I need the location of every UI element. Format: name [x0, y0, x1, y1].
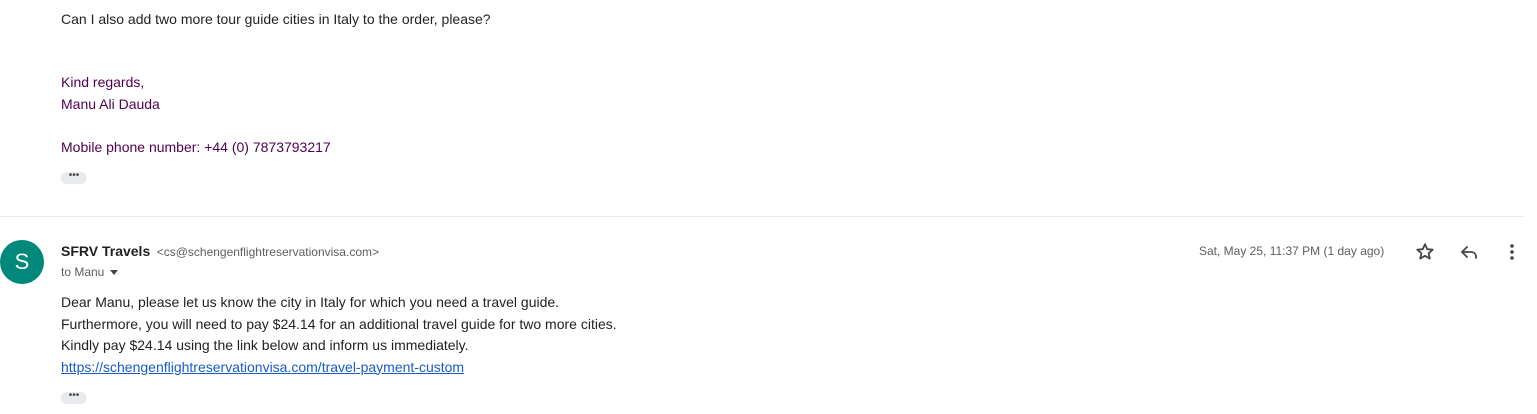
body-line: Kindly pay $24.14 using the link below a… — [61, 337, 469, 353]
sender-avatar[interactable]: S — [0, 240, 44, 284]
body-line: Dear Manu, please let us know the city i… — [61, 294, 560, 310]
recipient-label: to Manu — [61, 265, 105, 279]
body-line: Furthermore, you will need to pay $24.14… — [61, 315, 617, 332]
recipient-details-toggle[interactable]: to Manu — [61, 263, 119, 281]
message-divider — [0, 216, 1524, 217]
message-body: Dear Manu, please let us know the city i… — [61, 292, 617, 378]
signature-closing: Kind regards, — [61, 74, 145, 90]
payment-link[interactable]: https://schengenflightreservationvisa.co… — [61, 359, 464, 375]
email-thread: Can I also add two more tour guide citie… — [0, 0, 1537, 414]
more-vert-icon — [1510, 244, 1514, 260]
reply-button[interactable] — [1457, 240, 1481, 264]
previous-message-question: Can I also add two more tour guide citie… — [61, 11, 491, 27]
message-timestamp: Sat, May 25, 11:37 PM (1 day ago) — [1199, 244, 1385, 258]
sender-name[interactable]: SFRV Travels — [61, 243, 150, 259]
signature-phone: Mobile phone number: +44 (0) 7873793217 — [61, 139, 331, 155]
star-button[interactable] — [1413, 240, 1437, 264]
reply-icon — [1461, 246, 1477, 259]
show-trimmed-content-button[interactable]: ••• — [61, 171, 87, 184]
sender-info: SFRV Travels <cs@schengenflightreservati… — [61, 241, 379, 262]
star-icon — [1416, 243, 1434, 260]
caret-down-icon[interactable] — [110, 270, 119, 276]
sender-email: <cs@schengenflightreservationvisa.com> — [156, 245, 379, 259]
more-options-button[interactable] — [1500, 240, 1524, 264]
show-trimmed-content-button[interactable]: ••• — [61, 391, 87, 404]
signature-name: Manu Ali Dauda — [61, 96, 160, 112]
